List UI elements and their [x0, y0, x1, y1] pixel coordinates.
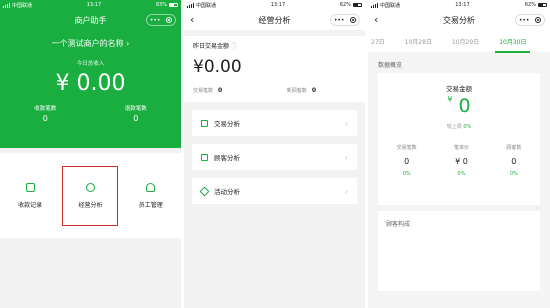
status-bar: 中国联通 13:17 62% [368, 0, 550, 10]
counts: 收款笔数 0 退款笔数 0 [0, 104, 181, 123]
top-bar: 中国联通 13:17 62% ‹ 交易分析 ••• [368, 0, 550, 30]
help-icon[interactable]: ⓘ [231, 43, 237, 50]
navbar: ‹ 交易分析 ••• [368, 10, 550, 30]
today-income-label: 今日总收入 [76, 61, 105, 67]
amount-label: 交易金额 [446, 85, 472, 93]
week-compare: 较上周 0% [446, 124, 472, 130]
screens: 中国联通 13:17 83% 商户助手 ••• 一个测试商户的名称 › 今日总收… [0, 0, 550, 308]
overview-title: 数据概览 [378, 62, 403, 69]
menu-tiles: 收款记录 经营分析 员工管理 [0, 153, 181, 238]
row-activity-analysis[interactable]: 活动分析 › [192, 178, 357, 204]
chevron-right-icon: › [126, 39, 130, 48]
count-payments: 收款笔数 0 [34, 106, 57, 123]
tab-date-active[interactable]: 10月30日 [489, 37, 536, 53]
top-bar: 中国联通 13:17 62% ‹ 经营分析 ••• [184, 0, 365, 30]
stat-customers: 顾客数 0 0% [506, 145, 522, 177]
page-title: 交易分析 [443, 15, 475, 25]
navbar: ‹ 经营分析 ••• [184, 10, 365, 30]
more-icon[interactable]: ••• [519, 17, 530, 24]
chevron-right-icon: › [344, 118, 348, 128]
signal-icon [3, 2, 10, 8]
stat-unit-price: 笔单价 ¥ 0 0% [453, 145, 469, 177]
receipt-icon [25, 182, 35, 192]
tile-business-analysis[interactable]: 经营分析 [62, 165, 119, 226]
page-title: 经营分析 [258, 15, 291, 25]
page-title: 商户助手 [74, 15, 107, 25]
phone-merchant-home: 中国联通 13:17 83% 商户助手 ••• 一个测试商户的名称 › 今日总收… [0, 0, 181, 308]
mini-program-capsule[interactable]: ••• [146, 14, 176, 26]
status-bar: 中国联通 13:17 83% [0, 0, 181, 10]
more-icon[interactable]: ••• [150, 17, 161, 24]
stats: 交易笔数 0 0% 笔单价 ¥ 0 0% 顾客数 0 0% [378, 144, 540, 177]
composition-panel: 顾客构成 [378, 211, 540, 291]
amount-value: ¥ 0 [447, 95, 471, 117]
person-icon [146, 182, 156, 192]
back-icon[interactable]: ‹ [190, 13, 194, 26]
chevron-right-icon: › [344, 186, 348, 196]
row-trade-analysis[interactable]: 交易分析 › [192, 110, 357, 136]
battery-icon [353, 3, 362, 7]
battery-percent: 83% [155, 2, 167, 8]
row-customer-analysis[interactable]: 顾客分析 › [192, 144, 357, 170]
battery-icon [538, 3, 547, 7]
close-target-icon[interactable] [166, 17, 173, 23]
date-tabs: 27日 10月28日 10月29日 10月30日 [368, 30, 550, 53]
mini-program-capsule[interactable]: ••• [515, 14, 545, 26]
carrier: 中国联通 [12, 2, 33, 9]
mini-program-capsule[interactable]: ••• [330, 14, 360, 26]
battery-icon [169, 3, 178, 7]
tile-payment-records[interactable]: 收款记录 [2, 166, 58, 226]
merchant-name[interactable]: 一个测试商户的名称 › [0, 38, 181, 49]
composition-title: 顾客构成 [386, 221, 411, 228]
header-green: 中国联通 13:17 83% 商户助手 ••• 一个测试商户的名称 › 今日总收… [0, 0, 181, 148]
signal-icon [371, 2, 378, 8]
overview-panel: 交易金额 ¥ 0 较上周 0% 交易笔数 0 0% 笔单价 ¥ 0 0% 顾客数 0 0% [378, 73, 540, 205]
activity-analysis-icon [199, 186, 210, 196]
close-target-icon[interactable] [350, 17, 357, 23]
tab-date[interactable]: 10月28日 [395, 37, 442, 46]
back-icon[interactable]: ‹ [374, 13, 378, 26]
pie-chart-icon [85, 182, 95, 192]
count-refunds: 退款笔数 0 [124, 106, 147, 123]
phone-trade-analysis: 中国联通 13:17 62% ‹ 交易分析 ••• 27日 10月28日 10月… [368, 0, 550, 308]
chevron-right-icon: › [344, 152, 348, 162]
today-income-value: ¥ 0.00 [55, 71, 126, 96]
close-target-icon[interactable] [535, 17, 542, 23]
tab-date[interactable]: 27日 [368, 37, 395, 46]
tile-staff-management[interactable]: 员工管理 [123, 166, 179, 226]
customer-analysis-icon [201, 153, 208, 161]
yesterday-amount: ¥0.00 [193, 57, 242, 77]
trade-analysis-icon [201, 119, 208, 127]
status-bar: 中国联通 13:17 62% [184, 0, 365, 10]
new-customers: 新顾客数 0 [286, 87, 316, 94]
phone-business-analysis: 中国联通 13:17 62% ‹ 经营分析 ••• 昨日交易金额 ⓘ ¥0.00… [184, 0, 365, 308]
trade-count: 交易笔数 0 [193, 87, 223, 94]
signal-icon [187, 2, 194, 8]
more-icon[interactable]: ••• [334, 17, 345, 24]
yesterday-card: 昨日交易金额 ⓘ ¥0.00 交易笔数 0 新顾客数 0 [184, 36, 365, 102]
stat-trade-count: 交易笔数 0 0% [396, 145, 417, 177]
tab-date[interactable]: 10月29日 [442, 37, 489, 46]
navbar: 商户助手 ••• [0, 10, 181, 30]
clock: 13:17 [86, 2, 102, 8]
